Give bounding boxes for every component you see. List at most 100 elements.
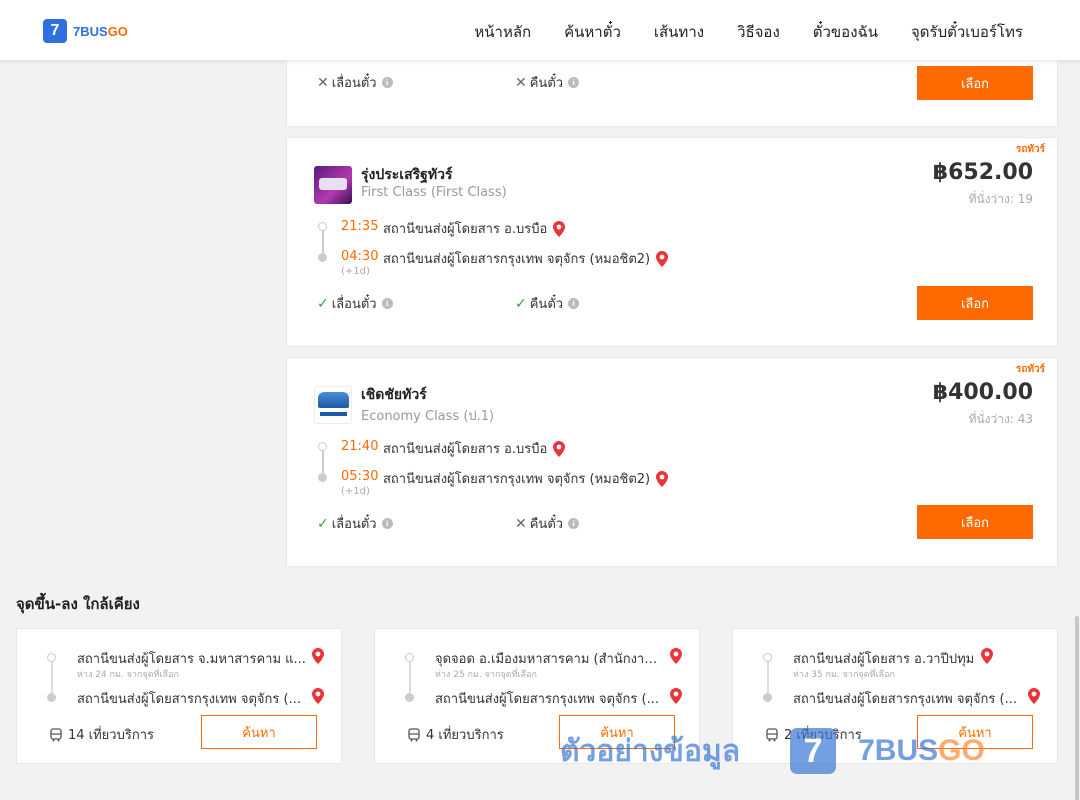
info-icon[interactable]: i: [381, 518, 393, 529]
arrival-dot: [318, 473, 327, 482]
arrival-station: สถานีขนส่งผู้โดยสารกรุงเทพ จตุจักร (หมอช…: [383, 248, 669, 269]
nearby-card: สถานีขนส่งผู้โดยสาร อ.วาปีปทุม ห่าง 35 ก…: [732, 628, 1058, 764]
cross-icon: ✕: [515, 74, 527, 91]
arrival-station: สถานีขนส่งผู้โดยสารกรุงเทพ จตุจักร (หมอช…: [383, 468, 669, 489]
bus-type-tag: รถทัวร์: [1015, 144, 1045, 155]
operator-logo: [314, 386, 352, 424]
select-button[interactable]: เลือก: [917, 505, 1033, 539]
nearby-card: จุดจอด อ.เมืองมหาสารคาม (สำนักงาน... ห่า…: [374, 628, 700, 764]
departure-station: สถานีขนส่งผู้โดยสาร อ.บรบือ: [383, 218, 566, 239]
nearby-search-button[interactable]: ค้นหา: [201, 715, 317, 749]
reschedule-policy: ✕ เลื่อนตั๋ว i: [317, 72, 393, 93]
nav-home[interactable]: หน้าหลัก: [474, 20, 531, 44]
bus-class: Economy Class (ป.1): [361, 409, 495, 424]
operator-name: รุ่งประเสริฐทัวร์: [361, 167, 453, 183]
arrival-time: 04:30: [341, 249, 379, 264]
map-pin-icon[interactable]: [312, 688, 324, 704]
cross-icon: ✕: [515, 515, 527, 532]
info-icon[interactable]: i: [381, 77, 393, 88]
map-pin-icon[interactable]: [981, 648, 993, 664]
nearby-to-station: สถานีขนส่งผู้โดยสารกรุงเทพ จตุจักร (...: [435, 692, 659, 707]
departure-dot: [405, 653, 414, 662]
map-pin-icon[interactable]: [312, 648, 324, 664]
select-button[interactable]: เลือก: [917, 286, 1033, 320]
nearby-card: สถานีขนส่งผู้โดยสาร จ.มหาสารคาม แ... ห่า…: [16, 628, 342, 764]
reschedule-policy: ✓ เลื่อนตั๋ว i: [317, 293, 393, 314]
bus-icon: [408, 727, 420, 741]
arrival-dot: [405, 693, 414, 702]
check-icon: ✓: [515, 295, 527, 312]
check-icon: ✓: [317, 295, 329, 312]
trip-card: ✕ เลื่อนตั๋ว i ✕ คืนตั๋ว i เลือก: [286, 60, 1058, 127]
select-button[interactable]: เลือก: [917, 66, 1033, 100]
reschedule-policy: ✓ เลื่อนตั๋ว i: [317, 513, 393, 534]
map-pin-icon[interactable]: [553, 220, 566, 237]
info-icon[interactable]: i: [568, 77, 580, 88]
main-nav: หน้าหลัก ค้นหาตั๋ว เส้นทาง วิธีจอง ตั๋วข…: [474, 20, 1023, 44]
nearby-distance: ห่าง 24 กม. จากจุดที่เลือก: [77, 670, 179, 680]
refund-policy: ✕ คืนตั๋ว i: [515, 72, 580, 93]
map-pin-icon[interactable]: [670, 688, 682, 704]
bus-type-tag: รถทัวร์: [1015, 364, 1045, 375]
nearby-distance: ห่าง 35 กม. จากจุดที่เลือก: [793, 670, 895, 680]
seats-available: ที่นั่งว่าง: 19: [968, 192, 1033, 206]
info-icon[interactable]: i: [381, 298, 393, 309]
trip-card: รถทัวร์ เชิดชัยทัวร์ Economy Class (ป.1)…: [286, 357, 1058, 567]
departure-station: สถานีขนส่งผู้โดยสาร อ.บรบือ: [383, 438, 566, 459]
seats-available: ที่นั่งว่าง: 43: [968, 412, 1033, 426]
next-day-label: (+1d): [341, 266, 370, 277]
trip-card: รถทัวร์ รุ่งประเสริฐทัวร์ First Class (F…: [286, 137, 1058, 347]
bus-icon: [50, 727, 62, 741]
nearby-trip-count: 2 เที่ยวบริการ: [765, 724, 862, 745]
departure-time: 21:35: [341, 219, 379, 234]
departure-time: 21:40: [341, 439, 379, 454]
nav-pickup-points[interactable]: จุดรับตั๋วเบอร์โทร: [911, 20, 1023, 44]
site-logo[interactable]: 7 7BUSGO: [43, 19, 128, 43]
nearby-to-station: สถานีขนส่งผู้โดยสารกรุงเทพ จตุจักร (...: [793, 692, 1017, 707]
logo-text: 7BUSGO: [73, 23, 128, 39]
departure-dot: [763, 653, 772, 662]
nearby-trip-count: 14 เที่ยวบริการ: [49, 724, 154, 745]
scrollbar-thumb[interactable]: [1075, 616, 1079, 800]
page-scrollbar[interactable]: [1074, 60, 1080, 800]
map-pin-icon[interactable]: [553, 440, 566, 457]
map-pin-icon[interactable]: [670, 648, 682, 664]
map-pin-icon[interactable]: [1028, 688, 1040, 704]
map-pin-icon[interactable]: [656, 250, 669, 267]
nearby-trip-count: 4 เที่ยวบริการ: [407, 724, 504, 745]
arrival-dot: [47, 693, 56, 702]
ticket-price: ฿400.00: [932, 380, 1033, 405]
arrival-dot: [318, 253, 327, 262]
check-icon: ✓: [317, 515, 329, 532]
nav-routes[interactable]: เส้นทาง: [654, 20, 704, 44]
bus-icon: [766, 727, 778, 741]
nearby-to-station: สถานีขนส่งผู้โดยสารกรุงเทพ จตุจักร (...: [77, 692, 301, 707]
nav-my-tickets[interactable]: ตั๋วของฉัน: [813, 20, 878, 44]
top-header: 7 7BUSGO หน้าหลัก ค้นหาตั๋ว เส้นทาง วิธี…: [0, 0, 1080, 60]
departure-dot: [47, 653, 56, 662]
nearby-search-button[interactable]: ค้นหา: [559, 715, 675, 749]
nav-how-to-book[interactable]: วิธีจอง: [737, 20, 780, 44]
logo-mark: 7: [43, 19, 67, 43]
info-icon[interactable]: i: [568, 298, 580, 309]
operator-name: เชิดชัยทัวร์: [361, 387, 427, 403]
nearby-from-station: สถานีขนส่งผู้โดยสาร จ.มหาสารคาม แ...: [77, 652, 306, 667]
departure-dot: [318, 442, 327, 451]
ticket-price: ฿652.00: [932, 160, 1033, 185]
refund-policy: ✓ คืนตั๋ว i: [515, 293, 580, 314]
nearby-search-button[interactable]: ค้นหา: [917, 715, 1033, 749]
nearby-distance: ห่าง 25 กม. จากจุดที่เลือก: [435, 670, 537, 680]
operator-logo: [314, 166, 352, 204]
refund-policy: ✕ คืนตั๋ว i: [515, 513, 580, 534]
bus-class: First Class (First Class): [361, 185, 507, 200]
departure-dot: [318, 222, 327, 231]
nearby-from-station: จุดจอด อ.เมืองมหาสารคาม (สำนักงาน...: [435, 652, 665, 667]
arrival-dot: [763, 693, 772, 702]
info-icon[interactable]: i: [568, 518, 580, 529]
map-pin-icon[interactable]: [656, 470, 669, 487]
cross-icon: ✕: [317, 74, 329, 91]
nav-search-ticket[interactable]: ค้นหาตั๋ว: [564, 20, 621, 44]
arrival-time: 05:30: [341, 469, 379, 484]
next-day-label: (+1d): [341, 486, 370, 497]
nearby-section-title: จุดขึ้น-ลง ใกล้เคียง: [16, 595, 140, 613]
